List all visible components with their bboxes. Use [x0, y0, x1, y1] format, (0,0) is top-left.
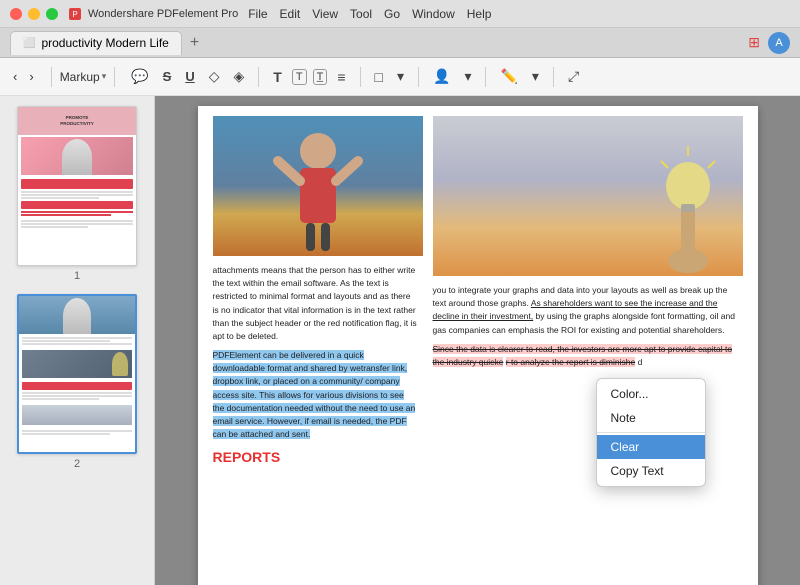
close-button[interactable] [10, 8, 22, 20]
sidebar: PROMOTEPRODUCTIVITY [0, 96, 155, 585]
user-icon[interactable]: 👤 [429, 66, 454, 87]
separator-3 [258, 67, 259, 87]
grid-icon[interactable]: ⊞ [748, 34, 760, 51]
text-icon[interactable]: T [269, 67, 286, 87]
replace-icon[interactable]: T̲ [313, 69, 328, 85]
tab-productivity[interactable]: ⬜ productivity Modern Life [10, 31, 182, 55]
menu-help[interactable]: Help [467, 7, 492, 21]
strikethrough-highlight-2: r to analyze the report is diminishe [506, 357, 635, 367]
page-number-1: 1 [74, 270, 80, 282]
traffic-lights [10, 8, 58, 20]
thumbnail-2[interactable]: 2 [8, 294, 146, 470]
menu-window[interactable]: Window [412, 7, 455, 21]
reports-heading: REPORTS [213, 447, 418, 468]
new-tab-button[interactable]: + [190, 34, 199, 52]
left-text-1: attachments means that the person has to… [213, 264, 418, 343]
toolbar: ‹ › Markup ▾ 💬 S U ◇ ◈ T T T̲ ≡ □ ▾ 👤 ▾ … [0, 58, 800, 96]
menu-view[interactable]: View [312, 7, 338, 21]
thumbnail-1[interactable]: PROMOTEPRODUCTIVITY [8, 106, 146, 282]
expand-icon[interactable]: ⤢ [564, 66, 583, 87]
highlight-erase-icon[interactable]: ◈ [230, 66, 249, 87]
user-arrow-icon[interactable]: ▾ [460, 66, 475, 87]
ctx-separator [597, 432, 705, 433]
nav-buttons: ‹ › [8, 66, 39, 87]
app-name: P Wondershare PDFelement Pro [68, 7, 238, 21]
context-menu: Color... Note Clear Copy Text [596, 378, 706, 487]
page-right-column: you to integrate your graphs and data in… [428, 106, 758, 478]
menu-edit[interactable]: Edit [280, 7, 301, 21]
ctx-color[interactable]: Color... [597, 382, 705, 406]
fullscreen-button[interactable] [46, 8, 58, 20]
forward-button[interactable]: › [24, 66, 38, 87]
ctx-copy-text[interactable]: Copy Text [597, 459, 705, 483]
page-left-column: attachments means that the person has to… [198, 106, 428, 478]
avatar[interactable]: A [768, 32, 790, 54]
right-strike-text: Since the data is clearer to read, the i… [433, 343, 743, 369]
tab-label: productivity Modern Life [41, 36, 168, 50]
thumb-page-2[interactable] [17, 294, 137, 454]
thumb-page-1[interactable]: PROMOTEPRODUCTIVITY [17, 106, 137, 266]
left-image [213, 116, 423, 256]
svg-text:P: P [72, 10, 77, 19]
menu-file[interactable]: File [248, 7, 267, 21]
separator-5 [418, 67, 419, 87]
eraser-icon[interactable]: ◇ [205, 66, 224, 87]
comment-icon[interactable]: 💬 [127, 66, 152, 87]
note-icon[interactable]: ≡ [333, 67, 349, 87]
text-tools: 💬 S U ◇ ◈ T T T̲ ≡ □ ▾ 👤 ▾ ✏️ ▾ ⤢ [127, 66, 583, 87]
underline-icon[interactable]: U [181, 67, 198, 86]
separator-2 [114, 67, 115, 87]
tab-right-controls: ⊞ A [748, 32, 790, 54]
app-icon: P [68, 7, 82, 21]
tab-pdf-icon: ⬜ [23, 38, 35, 49]
blue-highlight-span: PDFElement can be delivered in a quick d… [213, 350, 416, 439]
tabbar: ⬜ productivity Modern Life + ⊞ A [0, 28, 800, 58]
menu-bar: File Edit View Tool Go Window Help [248, 7, 491, 21]
right-image [433, 116, 743, 276]
separator-6 [485, 67, 486, 87]
left-highlighted-text: PDFElement can be delivered in a quick d… [213, 349, 418, 441]
content-area: attachments means that the person has to… [155, 96, 800, 585]
separator-4 [360, 67, 361, 87]
markup-dropdown[interactable]: Markup ▾ [60, 70, 107, 84]
strikethrough-icon[interactable]: S [159, 67, 176, 86]
page-number-2: 2 [74, 458, 80, 470]
titlebar: P Wondershare PDFelement Pro File Edit V… [0, 0, 800, 28]
pen-arrow-icon[interactable]: ▾ [528, 66, 543, 87]
minimize-button[interactable] [28, 8, 40, 20]
ctx-note[interactable]: Note [597, 406, 705, 430]
menu-go[interactable]: Go [384, 7, 400, 21]
main-layout: PROMOTEPRODUCTIVITY [0, 96, 800, 585]
color-icon[interactable]: ▾ [393, 66, 408, 87]
separator-1 [51, 67, 52, 87]
pen-icon[interactable]: ✏️ [496, 66, 521, 87]
menu-tool[interactable]: Tool [350, 7, 372, 21]
back-button[interactable]: ‹ [8, 66, 22, 87]
ctx-clear[interactable]: Clear [597, 435, 705, 459]
rectangle-icon[interactable]: □ [371, 67, 387, 87]
right-text-top: you to integrate your graphs and data in… [433, 284, 743, 337]
separator-7 [553, 67, 554, 87]
person-image-svg [213, 116, 423, 256]
right-image-svg [433, 116, 743, 276]
text-box-icon[interactable]: T [292, 69, 307, 85]
pdf-page: attachments means that the person has to… [198, 106, 758, 585]
